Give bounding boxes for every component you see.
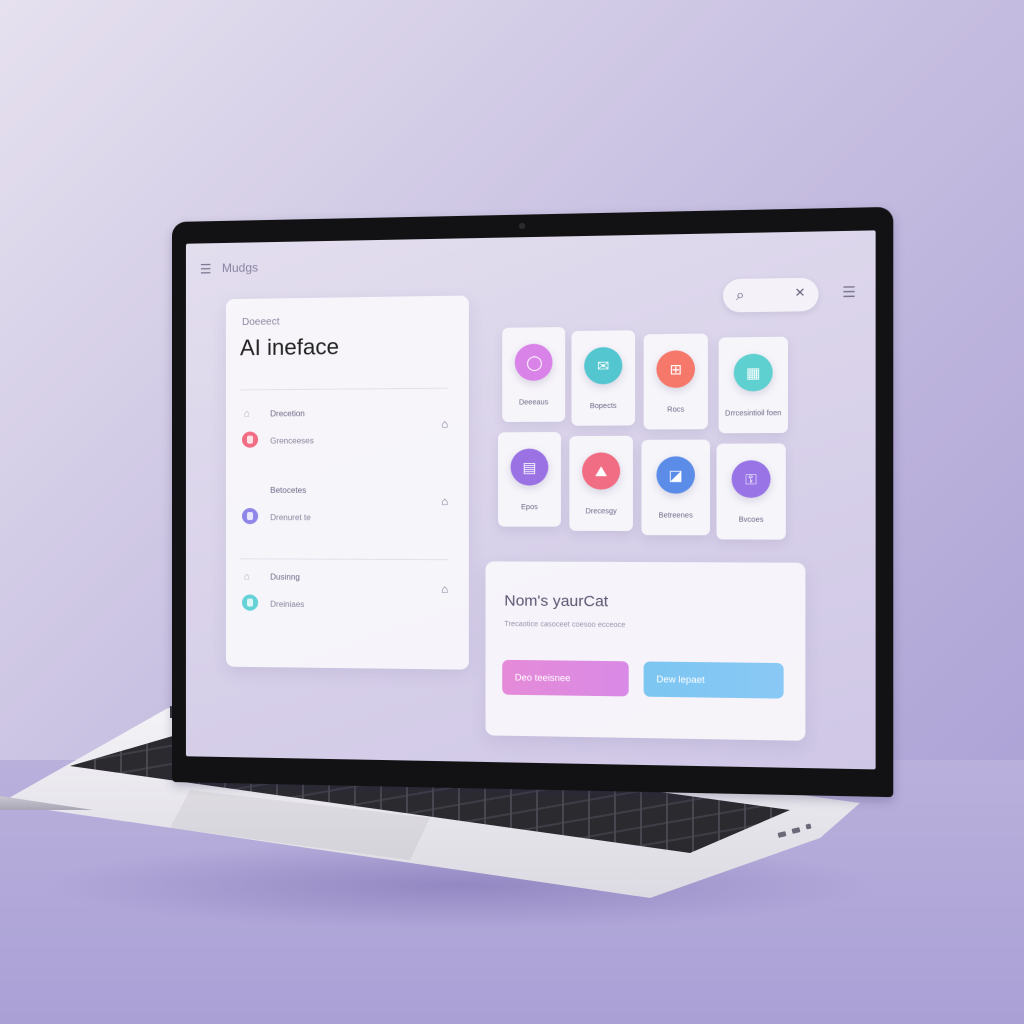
status-dot-icon [241, 508, 259, 525]
tile-label: Deeeaus [518, 399, 549, 407]
tile-label: Rocs [667, 406, 685, 414]
list-item-subtitle: Drenuret te [270, 513, 311, 523]
photo-icon: ⛰ [582, 452, 621, 490]
webcam-icon [518, 222, 526, 230]
laptop: ☰ Mudgs ⌕ ✕ ☰ Doeeect AI ineface ⌂ Drece… [0, 0, 1024, 1024]
home-small-icon: ⌂ [243, 408, 251, 420]
chat-icon: ▤ [510, 448, 549, 486]
app-tile[interactable]: ⚿ Bvcoes [716, 443, 786, 540]
sparkle-icon[interactable]: ✕ [794, 285, 805, 300]
list-item-subtitle: Grenceeses [270, 436, 314, 446]
list-item[interactable]: ⌂ Drecetion Grenceeses ⌂ [240, 408, 448, 470]
hamburger-menu-icon[interactable]: ☰ [200, 261, 214, 276]
status-dot-icon [241, 431, 259, 448]
mail-icon: ✉ [584, 346, 623, 385]
panel-title: AI ineface [239, 333, 340, 361]
tile-label: Bopects [589, 402, 617, 411]
list-item[interactable]: Betocetes Drenuret te ⌂ [240, 486, 448, 547]
list-item-title: Drecetion [270, 409, 305, 419]
tile-label: Drrcesintioil foen [725, 409, 782, 418]
status-dot-icon [241, 594, 259, 611]
list-item-subtitle: Dreiniaes [270, 599, 305, 610]
settings-menu-icon[interactable]: ☰ [842, 283, 856, 301]
app-tile[interactable]: ▦ Drrcesintioil foen [718, 336, 788, 434]
primary-action-button[interactable]: Deo teeisnee [502, 659, 629, 697]
divider [239, 387, 449, 391]
tile-label: Bvcoes [738, 516, 764, 524]
secondary-action-button[interactable]: Dew lepaet [643, 661, 784, 699]
landscape-icon: ◪ [656, 456, 695, 494]
app-tile[interactable]: ✉ Bopects [571, 330, 636, 426]
app-tile[interactable]: ⛰ Drecesgy [569, 435, 633, 531]
list-item-title: Betocetes [270, 485, 307, 495]
lock-icon[interactable]: ⌂ [441, 584, 448, 596]
image-icon: ⊞ [656, 350, 695, 388]
tile-label: Epos [521, 504, 538, 512]
lock-icon: ⚿ [731, 460, 771, 498]
laptop-screen-frame: ☰ Mudgs ⌕ ✕ ☰ Doeeect AI ineface ⌂ Drece… [172, 206, 894, 798]
search-bar[interactable]: ⌕ ✕ [722, 277, 819, 313]
message-icon: ◯ [514, 343, 553, 381]
divider [239, 558, 449, 561]
app-tile[interactable]: ⊞ Rocs [643, 333, 708, 430]
search-icon[interactable]: ⌕ [736, 286, 744, 304]
home-icon[interactable]: ⌂ [441, 496, 448, 508]
calendar-icon: ▦ [733, 353, 773, 392]
prompt-card-title: Nom's yaurCat [504, 592, 609, 611]
prompt-card: Nom's yaurCat Trecaotice casoceet coesoo… [485, 561, 806, 741]
app-tile[interactable]: ◪ Betreenes [641, 439, 711, 536]
home-small-icon: ⌂ [243, 571, 251, 583]
list-item-title: Dusinng [270, 572, 300, 582]
tile-label: Betreenes [658, 512, 693, 520]
home-icon[interactable]: ⌂ [441, 418, 448, 430]
screen-display: ☰ Mudgs ⌕ ✕ ☰ Doeeect AI ineface ⌂ Drece… [185, 230, 876, 770]
app-tile[interactable]: ▤ Epos [498, 432, 561, 527]
app-tile[interactable]: ◯ Deeeaus [502, 326, 566, 423]
prompt-card-subtitle: Trecaotice casoceet coesoo ecceoce [504, 620, 626, 630]
panel-kicker: Doeeect [241, 316, 280, 329]
tile-label: Drecesgy [585, 508, 617, 516]
ai-interface-panel: Doeeect AI ineface ⌂ Drecetion Grenceese… [225, 295, 469, 670]
app-title: Mudgs [221, 260, 259, 276]
list-item[interactable]: ⌂ Dusinng Dreiniaes ⌂ [240, 571, 448, 634]
